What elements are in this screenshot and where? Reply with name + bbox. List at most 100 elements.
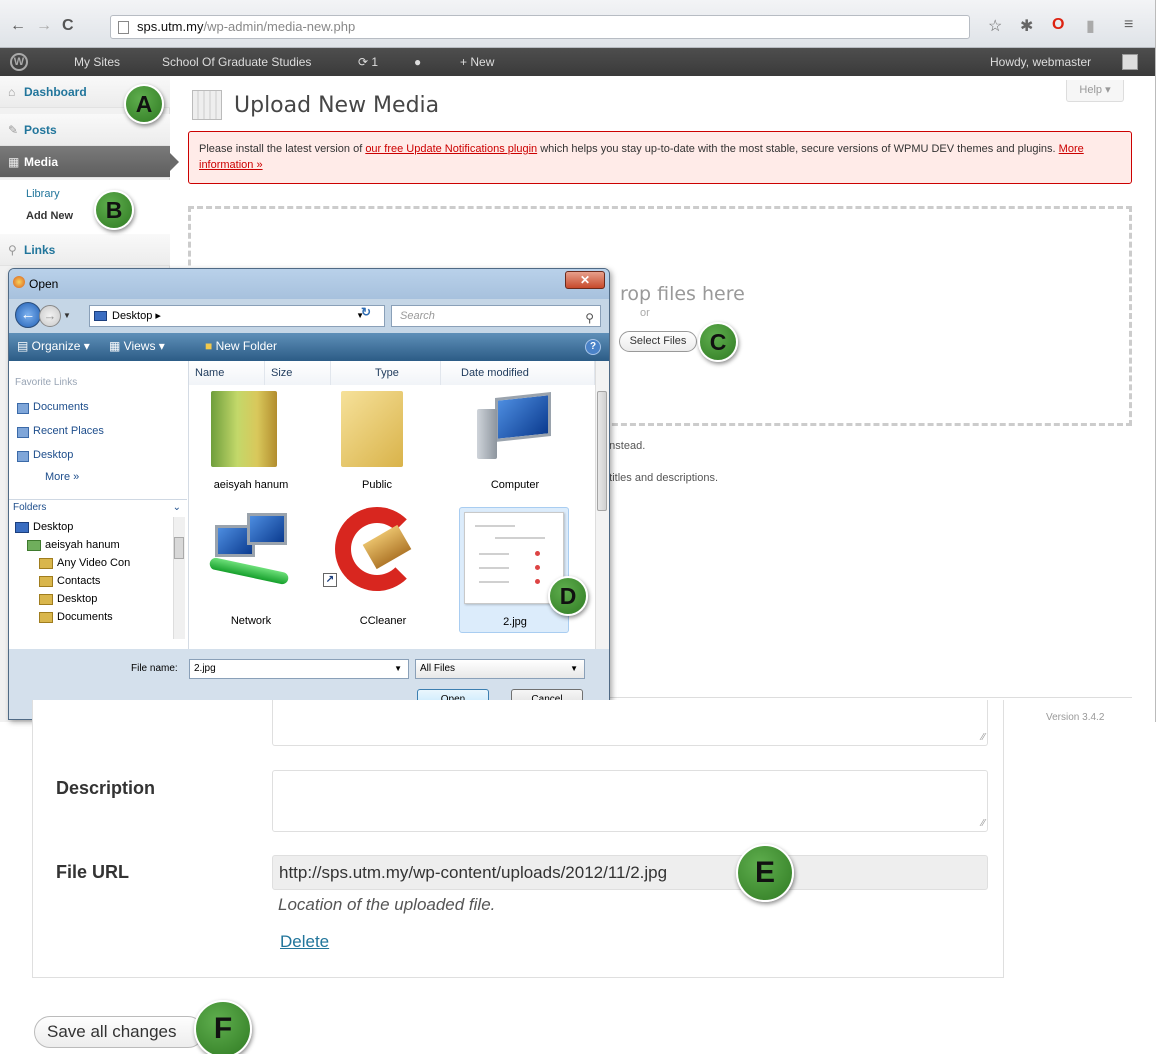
callout-marker-a: A [124, 84, 164, 124]
close-icon[interactable]: ✕ [565, 271, 605, 289]
submenu-add-new[interactable]: Add New [26, 210, 73, 222]
new-content-link[interactable]: + New [460, 48, 494, 76]
updates-link[interactable]: ⟳ 1 [358, 48, 378, 76]
reload-icon[interactable]: C [62, 18, 74, 34]
tree-documents-label: Documents [57, 611, 113, 623]
fav-desktop[interactable]: Desktop [17, 449, 74, 462]
tree-desktop[interactable]: Desktop [15, 521, 73, 533]
file-label: CCleaner [359, 615, 407, 627]
new-folder-button[interactable]: ■ New Folder [205, 339, 277, 353]
tree-contacts-label: Contacts [57, 575, 101, 587]
column-type[interactable]: Type [331, 361, 441, 385]
search-input[interactable]: Search ⚲ [391, 305, 601, 327]
file-label: Public [362, 479, 392, 491]
howdy-user-link[interactable]: Howdy, webmaster [990, 48, 1091, 76]
wp-version: Version 3.4.2 [1046, 712, 1105, 722]
update-notice: Please install the latest version of our… [188, 131, 1132, 184]
star-icon[interactable]: ☆ [988, 16, 1002, 36]
search-icon[interactable]: ⚲ [585, 308, 594, 328]
navigation-pane: Favorite Links Documents Recent Places D… [9, 361, 189, 649]
dialog-title: Open [29, 277, 59, 291]
save-all-changes-button[interactable]: Save all changes [34, 1016, 204, 1048]
tree-contacts[interactable]: Contacts [39, 575, 100, 587]
resize-grip-icon[interactable]: ⁄⁄ [982, 819, 985, 829]
tree-documents[interactable]: Documents [39, 611, 113, 623]
menu-links[interactable]: ⚲ Links [0, 234, 170, 266]
column-size[interactable]: Size [265, 361, 331, 385]
fav-recent-places-label: Recent Places [33, 425, 104, 437]
fav-more[interactable]: More » [17, 471, 79, 483]
wordpress-logo-icon[interactable]: W [10, 53, 28, 71]
fav-desktop-label: Desktop [33, 449, 74, 461]
file-label: aeisyah hanum [213, 479, 289, 491]
url-path: /wp-admin/media-new.php [203, 19, 356, 34]
desktop-icon [17, 451, 29, 462]
signal-icon[interactable]: ▮ [1086, 16, 1095, 36]
tree-scrollbar[interactable] [173, 517, 185, 639]
back-icon[interactable]: ← [15, 302, 41, 328]
file-url-field[interactable]: http://sps.utm.my/wp-content/uploads/201… [272, 855, 988, 890]
menu-icon[interactable]: ≡ [1124, 16, 1133, 34]
notice-plugin-link[interactable]: our free Update Notifications plugin [365, 143, 537, 155]
file-type-select[interactable]: All Files ▼ [415, 659, 585, 679]
tree-desktop-sub[interactable]: Desktop [39, 593, 97, 605]
tree-any-video-label: Any Video Con [57, 557, 131, 569]
resize-grip-icon[interactable]: ⁄⁄ [982, 733, 985, 743]
help-tab[interactable]: Help ▾ [1066, 80, 1124, 102]
opera-icon[interactable]: O [1052, 16, 1064, 34]
open-file-dialog: Open ✕ ← → ▼ Desktop ▸ ▼ ↻ Search ⚲ ▤ Or… [8, 268, 610, 720]
column-date-modified[interactable]: Date modified [441, 361, 595, 385]
tree-desktop-label: Desktop [33, 521, 74, 533]
menu-media[interactable]: ▦ Media [0, 146, 179, 178]
column-name[interactable]: Name [189, 361, 265, 385]
file-name-input[interactable]: 2.jpg ▼ [189, 659, 409, 679]
drop-files-text: rop files here [620, 283, 745, 305]
refresh-icon[interactable]: ↻ [361, 305, 371, 319]
media-page-icon [192, 90, 222, 120]
file-public[interactable]: Public [317, 391, 437, 511]
file-2-jpg[interactable]: 2.jpg [459, 507, 569, 633]
chevron-down-icon[interactable]: ▼ [394, 660, 402, 678]
callout-marker-b: B [94, 190, 134, 230]
address-bar[interactable]: sps.utm.my/wp-admin/media-new.php [110, 15, 970, 39]
folder-icon [39, 612, 53, 623]
file-name-value: 2.jpg [194, 663, 216, 674]
select-files-button[interactable]: Select Files [619, 331, 697, 352]
back-arrow-icon[interactable]: ← [10, 18, 26, 34]
my-sites-link[interactable]: My Sites [74, 48, 120, 76]
file-ccleaner[interactable]: ↗ CCleaner [323, 507, 443, 627]
new-folder-label: New Folder [215, 339, 277, 353]
organize-button[interactable]: ▤ Organize ▾ [17, 339, 90, 353]
forward-icon[interactable]: → [39, 305, 61, 327]
delete-link[interactable]: Delete [280, 932, 329, 952]
fav-recent-places[interactable]: Recent Places [17, 425, 104, 438]
folders-header[interactable]: Folders ⌄ [9, 499, 187, 517]
caption-textarea[interactable]: ⁄⁄ [272, 700, 988, 746]
menu-dashboard-label: Dashboard [24, 85, 87, 99]
fav-documents[interactable]: Documents [17, 401, 89, 414]
browser-toolbar: ← → C sps.utm.my/wp-admin/media-new.php … [0, 0, 1155, 48]
comments-icon[interactable]: ● [414, 48, 421, 76]
ccleaner-icon [335, 507, 419, 591]
callout-marker-f: F [194, 1000, 252, 1054]
file-aeisyah-hanum[interactable]: aeisyah hanum [191, 391, 311, 511]
file-network[interactable]: Network [191, 507, 311, 627]
file-list-scroll-thumb[interactable] [597, 391, 607, 511]
avatar[interactable] [1122, 54, 1138, 70]
views-button[interactable]: ▦ Views ▾ [109, 339, 165, 353]
submenu-library[interactable]: Library [26, 188, 60, 200]
description-textarea[interactable]: ⁄⁄ [272, 770, 988, 832]
file-computer[interactable]: Computer [455, 391, 575, 511]
path-bar[interactable]: Desktop ▸ ▼ [89, 305, 385, 327]
forward-arrow-icon[interactable]: → [36, 18, 52, 34]
extension-icon[interactable]: ✱ [1020, 16, 1033, 36]
tree-aeisyah[interactable]: aeisyah hanum [27, 539, 120, 551]
tree-any-video[interactable]: Any Video Con [39, 557, 130, 569]
file-name-label: File name: [131, 663, 178, 674]
file-list-pane: Name Size Type Date modified aeisyah han… [189, 361, 609, 649]
site-name-link[interactable]: School Of Graduate Studies [162, 48, 311, 76]
help-icon[interactable]: ? [585, 339, 601, 355]
callout-marker-c: C [698, 322, 738, 362]
tree-scroll-thumb[interactable] [174, 537, 184, 559]
history-dropdown-icon[interactable]: ▼ [63, 311, 71, 320]
